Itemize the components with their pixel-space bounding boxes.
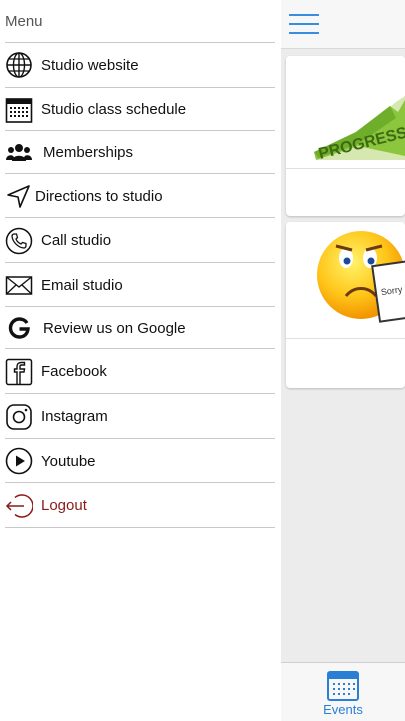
- card-divider: [286, 338, 405, 339]
- menu-item-label: Facebook: [41, 363, 107, 380]
- google-icon: [5, 314, 33, 342]
- menu-item-label: Memberships: [43, 144, 134, 161]
- progress-graphic: PROGRESS: [286, 56, 405, 168]
- facebook-icon: [5, 358, 33, 386]
- menu-item-label: Instagram: [41, 408, 108, 425]
- menu-item-label: Email studio: [41, 276, 123, 294]
- menu-item-label: Studio website: [41, 56, 139, 74]
- menu-item-studio-website[interactable]: Studio website: [5, 42, 275, 87]
- navigation-arrow-icon: [5, 182, 33, 210]
- bottom-tab-bar: Events: [281, 662, 405, 721]
- event-card[interactable]: PROGRESS: [286, 56, 405, 216]
- menu-item-label: Review us on Google: [43, 319, 186, 337]
- sad-emoji-closed-sign: Sorry CLOSED: [286, 222, 405, 338]
- menu-item-label: Directions to studio: [35, 187, 163, 205]
- people-icon: [5, 139, 33, 167]
- hamburger-menu-icon[interactable]: [289, 14, 319, 36]
- youtube-play-icon: [5, 447, 33, 475]
- phone-icon: [5, 227, 33, 255]
- event-card[interactable]: Sorry CLOSED: [286, 222, 405, 388]
- tab-label: Events: [323, 702, 363, 717]
- menu-title: Menu: [5, 13, 43, 30]
- menu-item-class-schedule[interactable]: Studio class schedule: [5, 87, 275, 131]
- instagram-icon: [5, 403, 33, 431]
- menu-item-call[interactable]: Call studio: [5, 217, 275, 263]
- main-content: PROGRESS Sorry CLOSED: [281, 0, 405, 721]
- menu-item-label: Call studio: [41, 232, 112, 249]
- envelope-icon: [5, 271, 33, 299]
- logout-icon: [5, 492, 33, 520]
- menu-item-google-review[interactable]: Review us on Google: [5, 306, 275, 349]
- menu-item-label: Youtube: [41, 452, 96, 470]
- menu-item-logout[interactable]: Logout: [5, 482, 275, 528]
- calendar-icon: [5, 96, 33, 124]
- menu-item-facebook[interactable]: Facebook: [5, 348, 275, 394]
- card-divider: [286, 168, 405, 169]
- menu-item-directions[interactable]: Directions to studio: [5, 173, 275, 218]
- menu-item-memberships[interactable]: Memberships: [5, 130, 275, 174]
- top-bar: [281, 0, 405, 49]
- menu-item-instagram[interactable]: Instagram: [5, 393, 275, 439]
- menu-item-email[interactable]: Email studio: [5, 262, 275, 307]
- side-menu-drawer: Menu Studio website Studio class schedul…: [0, 0, 281, 720]
- globe-icon: [5, 51, 33, 79]
- menu-item-youtube[interactable]: Youtube: [5, 438, 275, 483]
- menu-item-label: Studio class schedule: [41, 101, 187, 118]
- tab-events[interactable]: Events: [281, 663, 405, 721]
- calendar-icon: [327, 669, 359, 701]
- menu-item-label: Logout: [41, 497, 87, 514]
- menu-divider: [5, 527, 275, 528]
